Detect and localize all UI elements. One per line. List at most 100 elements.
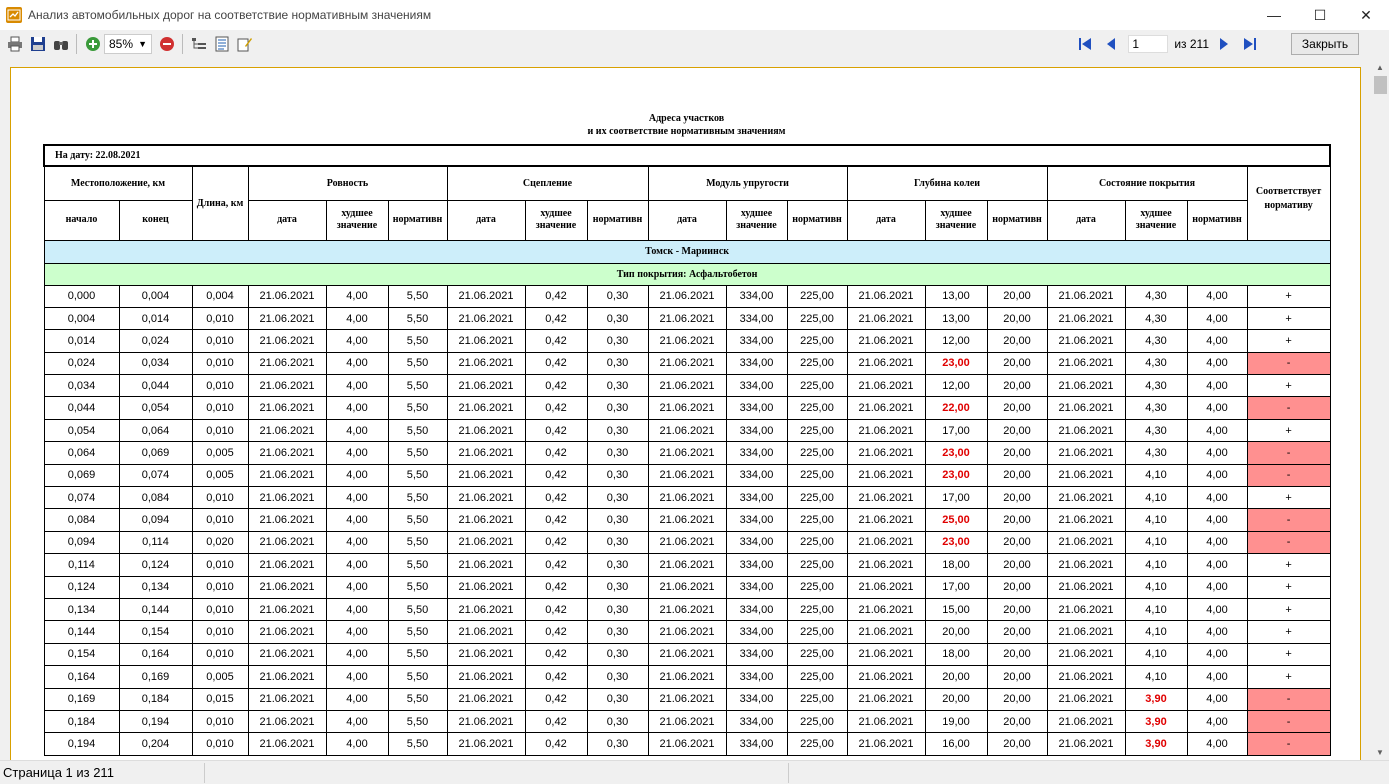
table-cell: 4,00	[325, 553, 389, 577]
table-cell: 4,10	[1124, 597, 1188, 622]
table-cell: 21.06.2021	[846, 687, 926, 711]
table-cell: 4,30	[1124, 329, 1188, 353]
table-cell: 0,30	[586, 687, 649, 711]
table-cell: 4,00	[325, 597, 389, 622]
table-cell: 4,00	[1186, 329, 1248, 353]
table-cell: 4,30	[1124, 284, 1188, 308]
first-page-icon[interactable]	[1074, 33, 1096, 55]
table-cell: 21.06.2021	[846, 351, 926, 376]
table-cell: 21.06.2021	[647, 486, 727, 510]
table-row: 0,054 0,064 0,010 21.06.2021 4,00 5,50 21.06.2…	[43, 418, 1331, 443]
table-cell: 20,00	[924, 620, 988, 644]
table-cell: 21.06.2021	[446, 732, 526, 756]
table-cell: 21.06.2021	[846, 508, 926, 532]
scrollbar-thumb[interactable]	[1374, 76, 1387, 94]
table-cell: 21.06.2021	[247, 508, 327, 532]
table-cell: 334,00	[725, 329, 788, 353]
maximize-button[interactable]: ☐	[1297, 0, 1343, 30]
table-cell: 21.06.2021	[446, 284, 526, 308]
table-cell: 0,084	[118, 486, 193, 510]
table-cell: 21.06.2021	[247, 463, 327, 488]
table-cell: 4,30	[1124, 306, 1188, 331]
scroll-down-icon[interactable]: ▼	[1376, 748, 1384, 757]
last-page-icon[interactable]	[1239, 33, 1261, 55]
table-cell: 21.06.2021	[647, 306, 727, 331]
table-cell: 21.06.2021	[1046, 642, 1126, 667]
table-cell: 21.06.2021	[446, 687, 526, 711]
table-cell: 4,00	[325, 687, 389, 711]
table-cell: 5,50	[387, 553, 448, 577]
table-cell: 334,00	[725, 508, 788, 532]
table-cell: 21.06.2021	[247, 418, 327, 443]
table-cell: 21.06.2021	[846, 620, 926, 644]
table-cell: 17,00	[924, 418, 988, 443]
table-cell: 225,00	[786, 642, 848, 667]
zoom-out-icon[interactable]	[156, 33, 178, 55]
table-cell: 17,00	[924, 575, 988, 599]
table-cell: 0,42	[524, 306, 588, 331]
table-cell: 21.06.2021	[1046, 620, 1126, 644]
vertical-scrollbar[interactable]: ▲ ▼	[1372, 60, 1389, 760]
table-cell: 0,30	[586, 306, 649, 331]
table-cell: 5,50	[387, 597, 448, 622]
save-icon[interactable]	[27, 33, 49, 55]
next-page-icon[interactable]	[1213, 33, 1235, 55]
header-sub-norm: нормативн	[986, 199, 1048, 241]
header-sub-date: дата	[1046, 199, 1126, 241]
edit-icon[interactable]	[234, 33, 256, 55]
table-cell: 334,00	[725, 553, 788, 577]
compliance-cell: -	[1246, 530, 1331, 555]
page-number-input[interactable]: 1	[1128, 35, 1169, 53]
table-cell: 5,50	[387, 374, 448, 398]
table-cell: 21.06.2021	[247, 687, 327, 711]
table-cell: 20,00	[986, 530, 1048, 555]
table-cell: 21.06.2021	[247, 597, 327, 622]
table-cell: 0,154	[43, 642, 120, 667]
table-cell: 4,00	[1186, 508, 1248, 532]
table-cell: 4,00	[325, 351, 389, 376]
table-cell: 13,00	[924, 284, 988, 308]
zoom-in-icon[interactable]	[82, 33, 104, 55]
table-cell: 334,00	[725, 486, 788, 510]
table-cell: 334,00	[725, 374, 788, 398]
table-cell: 0,024	[43, 351, 120, 376]
close-button[interactable]: Закрыть	[1291, 33, 1359, 55]
table-cell: 0,42	[524, 441, 588, 465]
find-icon[interactable]	[50, 33, 72, 55]
close-window-button[interactable]: ✕	[1343, 0, 1389, 30]
header-end: конец	[118, 199, 193, 241]
table-cell: 21.06.2021	[1046, 665, 1126, 689]
table-cell: 20,00	[986, 665, 1048, 689]
zoom-select[interactable]: 85% ▼	[104, 34, 152, 54]
table-cell: 0,30	[586, 642, 649, 667]
compliance-cell: +	[1246, 553, 1331, 577]
table-cell: 3,90	[1124, 709, 1188, 734]
table-cell: 21.06.2021	[446, 463, 526, 488]
status-page-label: Страница 1 из 211	[0, 762, 205, 783]
table-cell: 4,00	[325, 732, 389, 756]
scroll-up-icon[interactable]: ▲	[1376, 63, 1384, 72]
table-cell: 0,42	[524, 396, 588, 420]
table-cell: 12,00	[924, 329, 988, 353]
table-cell: 20,00	[986, 351, 1048, 376]
table-cell: 0,30	[586, 665, 649, 689]
table-cell: 0,30	[586, 374, 649, 398]
compliance-cell: +	[1246, 620, 1331, 644]
table-cell: 21.06.2021	[1046, 441, 1126, 465]
table-cell: 21.06.2021	[1046, 418, 1126, 443]
outline-icon[interactable]	[188, 33, 210, 55]
zoom-value: 85%	[109, 37, 134, 51]
print-icon[interactable]	[4, 33, 26, 55]
table-cell: 22,00	[924, 396, 988, 420]
minimize-button[interactable]: —	[1251, 0, 1297, 30]
table-cell: 225,00	[786, 620, 848, 644]
table-cell: 5,50	[387, 306, 448, 331]
previous-page-icon[interactable]	[1100, 33, 1122, 55]
table-cell: 0,064	[43, 441, 120, 465]
table-cell: 0,054	[43, 418, 120, 443]
page-setup-icon[interactable]	[211, 33, 233, 55]
table-cell: 0,30	[586, 530, 649, 555]
table-cell: 4,00	[1186, 620, 1248, 644]
table-cell: 18,00	[924, 553, 988, 577]
table-cell: 4,10	[1124, 642, 1188, 667]
